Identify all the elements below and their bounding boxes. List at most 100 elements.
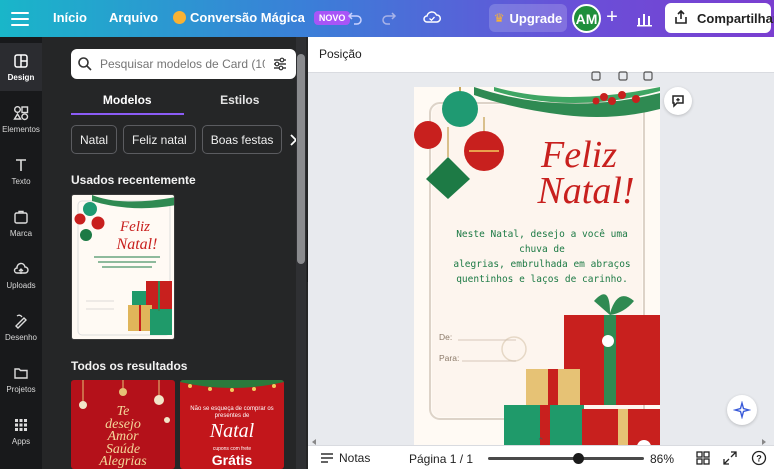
design-card[interactable]: Feliz Natal! Neste Natal, desejo a você … (414, 87, 660, 468)
share-label: Compartilhar (697, 10, 774, 26)
notes-icon (321, 453, 333, 463)
page-tools (591, 71, 653, 81)
duplicate-page-icon[interactable] (618, 71, 628, 81)
text-icon (16, 158, 26, 171)
position-button[interactable]: Posição (319, 47, 362, 61)
filter-chips: Natal Feliz natal Boas festas (71, 125, 303, 154)
rail-item-projects[interactable]: Projetos (0, 355, 42, 403)
sparkle-icon (733, 401, 751, 419)
rail-label: Design (7, 72, 35, 82)
zoom-slider[interactable] (488, 453, 644, 464)
context-toolbar: Posição (308, 37, 774, 73)
card-title-line1: Feliz (541, 134, 617, 176)
recent-template-thumb[interactable]: Feliz Natal! (71, 194, 175, 340)
to-label: Para: (439, 353, 460, 363)
add-collaborator-icon[interactable]: + (602, 7, 622, 28)
apps-icon (15, 418, 27, 431)
grid-view-icon[interactable] (696, 451, 710, 468)
chip-boas-festas[interactable]: Boas festas (201, 125, 283, 154)
lock-icon[interactable] (591, 71, 601, 81)
rail-label: Apps (11, 436, 31, 446)
rail-label: Marca (9, 228, 33, 238)
fullscreen-icon[interactable] (723, 451, 737, 468)
magic-switch-button[interactable]: Conversão Mágica NOVO (173, 10, 351, 25)
templates-panel: Modelos Estilos Natal Feliz natal Boas f… (42, 37, 308, 469)
draw-icon (15, 314, 27, 329)
rail-label: Desenho (4, 332, 38, 342)
top-bar: Início Arquivo Conversão Mágica NOVO ♛ U… (0, 0, 774, 37)
svg-text:Feliz: Feliz (119, 219, 150, 235)
add-page-icon[interactable] (643, 71, 653, 81)
notes-label: Notas (339, 451, 371, 465)
zoom-level[interactable]: 86% (650, 452, 674, 466)
result2-small: Não se esqueça de comprar os presentes d… (190, 406, 274, 419)
notes-button[interactable]: Notas (320, 451, 370, 465)
from-label: De: (439, 332, 453, 342)
svg-text:?: ? (756, 454, 762, 464)
result2-big: Natal (209, 420, 255, 442)
elements-icon (13, 105, 29, 120)
chip-feliz-natal[interactable]: Feliz natal (123, 125, 196, 154)
filter-icon[interactable] (272, 56, 288, 72)
all-results-title: Todos os resultados (71, 359, 188, 373)
rail-label: Elementos (2, 124, 40, 134)
new-badge: NOVO (313, 10, 351, 25)
result-template-thumb[interactable]: Te desejo Amor Saúde Alegrias (71, 380, 175, 469)
panel-scrollbar[interactable] (296, 37, 306, 469)
rail-item-elements[interactable]: Elementos (0, 95, 42, 143)
card-title: Feliz Natal! (504, 134, 654, 212)
tab-templates[interactable]: Modelos (71, 87, 184, 115)
result-template-thumb[interactable]: Não se esqueça de comprar os presentes d… (180, 380, 284, 469)
panel-tabs: Modelos Estilos (71, 87, 296, 115)
crown-icon: ♛ (493, 11, 505, 25)
rail-item-brand[interactable]: Marca (0, 199, 42, 247)
avatar[interactable]: AM (572, 4, 601, 33)
rail-label: Uploads (6, 280, 36, 290)
card-message-line: quentinhos e laços de carinho. (456, 274, 628, 285)
zoom-slider-knob[interactable] (572, 453, 584, 464)
rail-label: Projetos (6, 384, 36, 394)
christmas-card-thumb-art: Feliz Natal! (74, 195, 174, 336)
home-link[interactable]: Início (53, 10, 87, 25)
scroll-thumb[interactable] (297, 54, 305, 264)
upgrade-button[interactable]: ♛ Upgrade (489, 4, 567, 32)
share-icon (673, 9, 689, 28)
tab-styles[interactable]: Estilos (184, 87, 297, 115)
card-message: Neste Natal, desejo a você uma chuva de … (442, 227, 642, 287)
help-icon[interactable]: ? (751, 450, 767, 469)
magic-icon (173, 11, 186, 24)
canvas-area: Posição Feliz Natal! Neste Natal, desejo… (308, 37, 774, 469)
comment-icon (672, 95, 684, 108)
rail-item-uploads[interactable]: Uploads (0, 251, 42, 299)
card-message-line: alegrias, embrulhada em abraços (453, 259, 631, 270)
upgrade-label: Upgrade (509, 10, 563, 26)
card-message-line: Neste Natal, desejo a você uma chuva de (456, 229, 628, 255)
search-input[interactable] (100, 57, 265, 71)
result2-big2: Grátis (211, 452, 253, 468)
garland-art (180, 380, 284, 392)
page-indicator[interactable]: Página 1 / 1 (409, 452, 473, 466)
file-menu[interactable]: Arquivo (109, 10, 158, 25)
rail-item-text[interactable]: Texto (0, 147, 42, 195)
design-icon (14, 53, 28, 68)
redo-icon[interactable] (380, 9, 398, 27)
rail-item-design[interactable]: Design (0, 43, 42, 91)
magic-assistant-button[interactable] (727, 395, 757, 425)
svg-text:Natal!: Natal! (116, 236, 158, 253)
share-button[interactable]: Compartilhar (665, 3, 774, 33)
magic-label: Conversão Mágica (190, 10, 305, 25)
rail-item-apps[interactable]: Apps (0, 407, 42, 455)
menu-icon[interactable] (10, 8, 30, 28)
undo-icon[interactable] (346, 9, 364, 27)
folder-icon (14, 367, 28, 379)
rail-item-draw[interactable]: Desenho (0, 303, 42, 351)
card-title-line2: Natal! (537, 170, 635, 212)
result1-text: Te desejo Amor Saúde Alegrias (71, 405, 175, 469)
insights-icon[interactable] (632, 6, 658, 32)
chip-natal[interactable]: Natal (71, 125, 118, 154)
cloud-save-icon[interactable] (421, 9, 443, 27)
search-box[interactable] (71, 49, 296, 79)
comment-button[interactable] (664, 87, 692, 115)
result1-line: Alegrias (99, 454, 147, 469)
upload-icon (13, 262, 29, 274)
